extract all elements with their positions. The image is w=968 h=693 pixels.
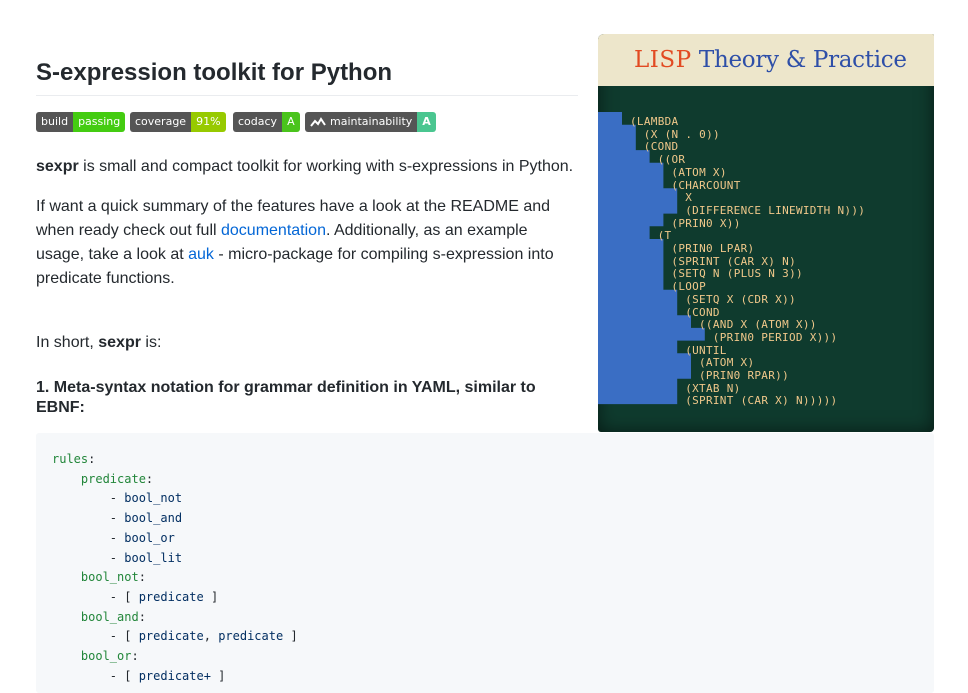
docs-paragraph: If want a quick summary of the features …	[36, 195, 564, 291]
cover-code-line: (PRIN0 X))	[671, 216, 741, 230]
yaml-punct: ,	[203, 629, 219, 644]
badge-value: passing	[73, 112, 126, 132]
coverage-badge[interactable]: coverage 91%	[130, 112, 226, 132]
intro-paragraph: sexpr is small and compact toolkit for w…	[36, 155, 596, 179]
yaml-punct: :	[138, 570, 146, 585]
badge-value: A	[417, 112, 436, 132]
yaml-key: bool_and	[52, 609, 139, 624]
heading-divider	[36, 95, 578, 96]
cover-code-line: (UNTIL	[685, 343, 727, 357]
cover-code-line: (PRIN0 PERIOD X)))	[712, 330, 838, 344]
yaml-punct: - [	[52, 629, 139, 644]
yaml-value: predicate+	[138, 668, 211, 683]
yaml-punct: :	[138, 609, 146, 624]
yaml-punct: - [	[52, 589, 139, 604]
yaml-punct: ]	[203, 589, 219, 604]
yaml-value: bool_not	[124, 491, 183, 506]
cover-code-line: (SPRINT (CAR X) N)))))	[685, 394, 838, 408]
intro-text: is small and compact toolkit for working…	[78, 158, 574, 175]
yaml-key: bool_or	[52, 649, 132, 664]
yaml-value: bool_or	[124, 530, 175, 545]
yaml-key: bool_not	[52, 570, 139, 585]
cover-code-line: (SPRINT (CAR X) N)	[671, 254, 796, 268]
cover-code-line: (PRIN0 RPAR))	[699, 369, 789, 382]
code-climate-icon	[310, 117, 326, 127]
badge-label: coverage	[130, 112, 192, 132]
auk-link[interactable]: auk	[188, 246, 214, 263]
cover-code-line: (SETQ N (PLUS N 3))	[671, 267, 803, 281]
cover-code-line: (DIFFERENCE LINEWIDTH N)))	[685, 203, 866, 217]
yaml-value: predicate	[218, 629, 284, 644]
documentation-link[interactable]: documentation	[221, 222, 326, 239]
page-title: S-expression toolkit for Python	[36, 59, 393, 86]
yaml-value: bool_and	[124, 511, 183, 526]
cover-code-line: (LOOP	[671, 280, 707, 294]
cover-code-line: ((OR	[657, 153, 686, 167]
cover-code-line: (LAMBDA	[630, 115, 679, 128]
yaml-punct: -	[52, 491, 125, 506]
yaml-punct: :	[131, 649, 139, 664]
cover-code-line: (X (N . 0))	[643, 127, 720, 141]
cover-code-listing: (LAMBDA (X (N . 0)) (COND ((OR (ATOM X) (CHAR…	[598, 34, 934, 432]
cover-code-line: (ATOM X)	[699, 356, 755, 370]
badge-value: 91%	[191, 112, 226, 132]
yaml-punct: -	[52, 550, 125, 565]
maintainability-badge[interactable]: maintainability A	[305, 112, 436, 132]
yaml-value: predicate	[138, 629, 204, 644]
section-heading-meta-syntax: 1. Meta-syntax notation for grammar defi…	[36, 379, 536, 416]
badge-value: A	[282, 112, 300, 132]
cover-code-line: (ATOM X)	[671, 165, 727, 179]
cover-code-line: ((AND X (ATOM X))	[699, 318, 817, 332]
yaml-punct: :	[88, 452, 96, 466]
codacy-badge[interactable]: codacy A	[233, 112, 300, 132]
yaml-value: predicate	[138, 589, 204, 604]
yaml-punct: -	[52, 530, 125, 545]
cover-code-line: (T	[657, 229, 672, 243]
yaml-punct: - [	[52, 668, 139, 683]
cover-code-line: (XTAB N)	[685, 381, 741, 395]
in-short-prefix: In short,	[36, 334, 99, 351]
yaml-value: bool_lit	[124, 550, 183, 565]
yaml-code-block[interactable]: rules: predicate: - bool_not - bool_and …	[36, 433, 934, 693]
cover-code-line: (COND	[685, 305, 720, 319]
badge-label-wrap: maintainability	[305, 112, 418, 132]
lisp-book-cover-image: LISP Theory & Practice (LAMBDA (X (N . 0)…	[598, 34, 934, 432]
yaml-punct: :	[145, 471, 154, 486]
cover-code-line: (CHARCOUNT	[671, 178, 741, 192]
yaml-punct: ]	[210, 668, 226, 683]
project-name: sexpr	[98, 334, 141, 351]
build-badge[interactable]: build passing	[36, 112, 126, 132]
cover-code-line: X	[685, 191, 693, 205]
project-name: sexpr	[36, 158, 79, 175]
in-short-suffix: is:	[140, 334, 162, 351]
yaml-key: predicate	[52, 471, 146, 486]
code-content: rules: predicate: - bool_not - bool_and …	[52, 450, 298, 686]
cover-code-line: (PRIN0 LPAR)	[671, 242, 755, 255]
yaml-punct: -	[52, 511, 125, 526]
badge-label: codacy	[233, 112, 283, 132]
badge-label: maintainability	[330, 115, 413, 128]
yaml-key: rules	[52, 452, 89, 466]
yaml-punct: ]	[283, 629, 298, 644]
cover-code-line: (COND	[643, 140, 679, 154]
in-short-paragraph: In short, sexpr is:	[36, 331, 161, 355]
cover-code-line: (SETQ X (CDR X))	[685, 292, 796, 306]
badge-label: build	[36, 112, 74, 132]
